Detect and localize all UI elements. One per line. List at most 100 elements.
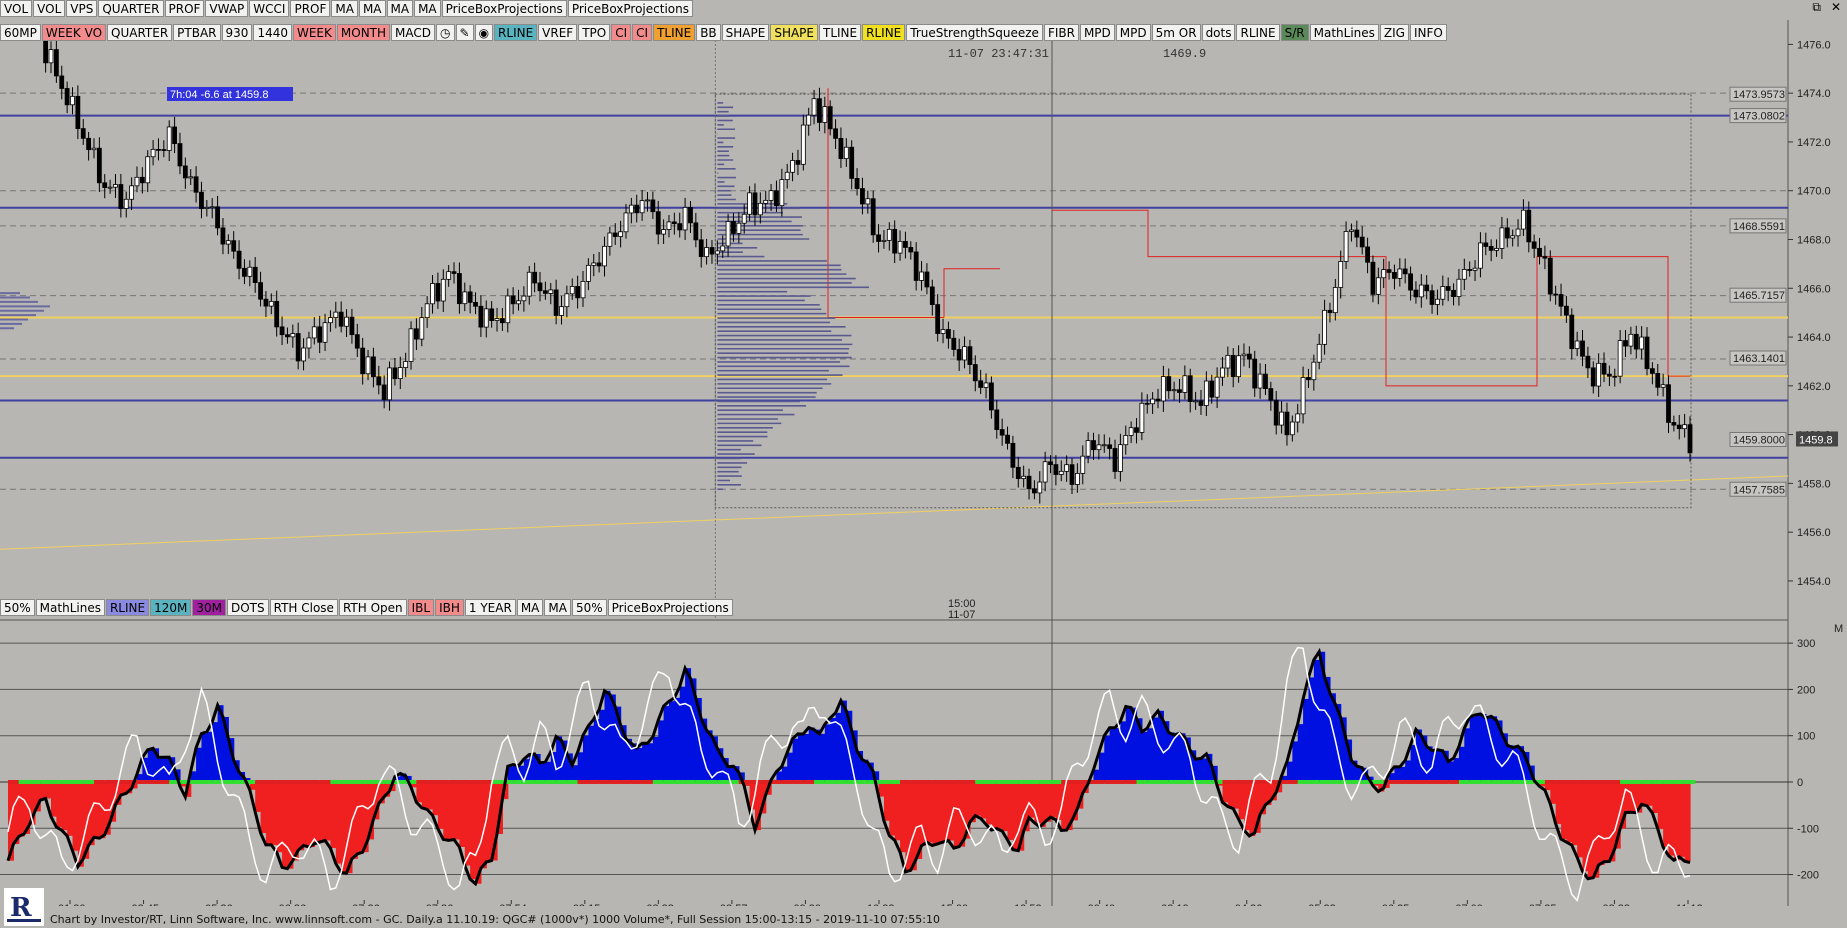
annotation-text: 7h:04 -6.6 at 1459.8 bbox=[170, 89, 268, 101]
top-button-7[interactable]: PROF bbox=[290, 0, 331, 17]
second-button-30[interactable]: S/R bbox=[1280, 24, 1309, 41]
squeeze-dot bbox=[72, 779, 84, 784]
top-button-8[interactable]: MA bbox=[331, 0, 358, 17]
candle-body bbox=[537, 282, 543, 292]
second-button-6[interactable]: WEEK bbox=[292, 24, 336, 41]
second-button-14[interactable]: TPO bbox=[578, 24, 611, 41]
indicator-area-bar bbox=[1109, 727, 1116, 782]
second-button-5[interactable]: 1440 bbox=[253, 24, 292, 41]
lower-button-1[interactable]: MathLines bbox=[35, 599, 105, 616]
second-button-15[interactable]: CI bbox=[611, 24, 632, 41]
second-button-16[interactable]: CI bbox=[632, 24, 653, 41]
squeeze-dot bbox=[588, 779, 600, 784]
second-button-21[interactable]: TLINE bbox=[819, 24, 862, 41]
second-button-33[interactable]: INFO bbox=[1409, 24, 1447, 41]
top-button-6[interactable]: WCCI bbox=[249, 0, 290, 17]
candle-body bbox=[1569, 314, 1575, 349]
indicator-area-bar bbox=[147, 749, 154, 782]
candle-body bbox=[322, 322, 328, 343]
top-button-0[interactable]: VOL bbox=[0, 0, 33, 17]
indicator-area-bar bbox=[314, 781, 321, 844]
top-button-13[interactable]: PriceBoxProjections bbox=[567, 0, 693, 17]
second-button-0[interactable]: 60MP bbox=[0, 24, 41, 41]
top-button-12[interactable]: PriceBoxProjections bbox=[441, 0, 567, 17]
candle-body bbox=[628, 204, 634, 214]
candle-body bbox=[1429, 290, 1435, 305]
second-button-24[interactable]: FIBR bbox=[1043, 24, 1079, 41]
lower-button-8[interactable]: IBL bbox=[407, 599, 435, 616]
second-button-4[interactable]: 930 bbox=[221, 24, 253, 41]
lower-button-2[interactable]: RLINE bbox=[105, 599, 150, 616]
second-button-17[interactable]: TLINE bbox=[653, 24, 696, 41]
indicator-area-bar bbox=[480, 781, 487, 869]
second-button-27[interactable]: 5m OR bbox=[1151, 24, 1201, 41]
price-and-indicator-chart[interactable]: 1476.0 1474.0 1472.0 1470.0 1468.0 1466.0 1464… bbox=[0, 0, 1847, 928]
indicator-area-bar bbox=[201, 733, 208, 782]
second-button-32[interactable]: ZIG bbox=[1379, 24, 1409, 41]
lower-button-7[interactable]: RTH Open bbox=[338, 599, 407, 616]
candle-body bbox=[634, 204, 640, 214]
lower-button-6[interactable]: RTH Close bbox=[269, 599, 338, 616]
second-button-29[interactable]: RLINE bbox=[1236, 24, 1280, 41]
top-button-1[interactable]: VOL bbox=[33, 0, 66, 17]
second-button-31[interactable]: MathLines bbox=[1309, 24, 1379, 41]
second-button-10[interactable]: ✎ bbox=[455, 24, 474, 41]
candle-body bbox=[1606, 373, 1612, 377]
lower-button-5[interactable]: DOTS bbox=[226, 599, 269, 616]
lower-button-14[interactable]: PriceBoxProjections bbox=[607, 599, 733, 616]
indicator-area-bar bbox=[1227, 781, 1234, 807]
second-button-8[interactable]: MACD bbox=[391, 24, 436, 41]
second-button-23[interactable]: TrueStrengthSqueeze bbox=[906, 24, 1043, 41]
second-button-25[interactable]: MPD bbox=[1079, 24, 1115, 41]
candle-body bbox=[1289, 421, 1295, 436]
top-button-2[interactable]: VPS bbox=[66, 0, 98, 17]
lower-button-10[interactable]: 1 YEAR bbox=[464, 599, 516, 616]
squeeze-dot bbox=[8, 779, 19, 784]
second-button-12[interactable]: RLINE bbox=[494, 24, 538, 41]
candle-body bbox=[833, 128, 838, 139]
top-button-4[interactable]: PROF bbox=[164, 0, 205, 17]
second-button-13[interactable]: VREF bbox=[538, 24, 578, 41]
top-button-9[interactable]: MA bbox=[358, 0, 386, 17]
candle-body bbox=[736, 222, 742, 234]
indicator-area-bar bbox=[13, 781, 20, 845]
second-button-9[interactable]: ◷ bbox=[436, 24, 455, 41]
second-button-11[interactable]: ◉ bbox=[474, 24, 494, 41]
indicator-area-bar bbox=[1679, 781, 1686, 857]
top-button-10[interactable]: MA bbox=[386, 0, 414, 17]
candle-body bbox=[220, 227, 226, 245]
candle-body bbox=[231, 240, 237, 252]
indicator-area-bar bbox=[1174, 734, 1181, 782]
second-button-3[interactable]: PTBAR bbox=[173, 24, 221, 41]
indicator-area-bar bbox=[260, 781, 267, 834]
second-button-19[interactable]: SHAPE bbox=[721, 24, 770, 41]
squeeze-dot bbox=[620, 779, 632, 784]
close-window-icon[interactable]: ✕ bbox=[1831, 0, 1841, 15]
lower-button-12[interactable]: MA bbox=[544, 599, 571, 616]
candle-body bbox=[817, 98, 822, 123]
lower-button-9[interactable]: IBH bbox=[435, 599, 464, 616]
top-button-5[interactable]: VWAP bbox=[205, 0, 249, 17]
squeeze-dot bbox=[599, 779, 610, 784]
candle-body bbox=[1494, 248, 1499, 251]
second-button-2[interactable]: QUARTER bbox=[107, 24, 173, 41]
squeeze-dot bbox=[900, 779, 911, 784]
top-button-11[interactable]: MA bbox=[414, 0, 441, 17]
second-button-20[interactable]: SHAPE bbox=[770, 24, 818, 41]
top-button-3[interactable]: QUARTER bbox=[98, 0, 164, 17]
lower-button-4[interactable]: 30M bbox=[192, 599, 226, 616]
second-button-1[interactable]: WEEK VO bbox=[41, 24, 107, 41]
second-button-22[interactable]: RLINE bbox=[862, 24, 906, 41]
lower-button-0[interactable]: 50% bbox=[0, 599, 35, 616]
lower-button-3[interactable]: 120M bbox=[150, 599, 192, 616]
restore-window-icon[interactable]: ⧉ bbox=[1812, 0, 1821, 15]
second-button-28[interactable]: dots bbox=[1201, 24, 1236, 41]
second-button-18[interactable]: BB bbox=[696, 24, 721, 41]
indicator-area-bar bbox=[1115, 727, 1121, 782]
second-button-26[interactable]: MPD bbox=[1115, 24, 1151, 41]
candle-body bbox=[1053, 464, 1059, 475]
second-button-7[interactable]: MONTH bbox=[336, 24, 391, 41]
lower-button-13[interactable]: 50% bbox=[571, 599, 607, 616]
candle-body bbox=[1187, 375, 1193, 402]
lower-button-11[interactable]: MA bbox=[516, 599, 544, 616]
